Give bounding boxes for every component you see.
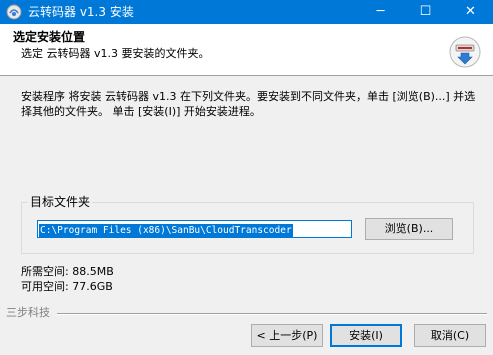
back-button[interactable]: < 上一步(P) — [251, 324, 323, 347]
page-header: 选定安装位置 选定 云转码器 v1.3 要安装的文件夹。 — [0, 24, 493, 76]
destination-path-value: C:\Program Files (x86)\SanBu\CloudTransc… — [39, 224, 293, 238]
space-available: 可用空间: 77.6GB — [21, 280, 113, 294]
space-required: 所需空间: 88.5MB — [21, 265, 114, 279]
brand-text: 三步科技 — [6, 306, 50, 319]
space-available-value: 77.6GB — [72, 280, 113, 293]
destination-path-input[interactable]: C:\Program Files (x86)\SanBu\CloudTransc… — [37, 220, 352, 238]
cancel-button[interactable]: 取消(C) — [414, 324, 486, 347]
window-title: 云转码器 v1.3 安装 — [28, 5, 134, 19]
footer-divider — [57, 313, 487, 315]
installer-box-icon — [449, 36, 481, 68]
minimize-button[interactable]: ─ — [358, 0, 403, 24]
install-button[interactable]: 安装(I) — [330, 324, 402, 347]
space-available-label: 可用空间: — [21, 280, 69, 293]
app-icon — [6, 4, 22, 20]
close-button[interactable]: ✕ — [448, 0, 493, 24]
browse-button[interactable]: 浏览(B)... — [365, 218, 453, 240]
instructions-text: 安装程序 将安装 云转码器 v1.3 在下列文件夹。要安装到不同文件夹，单击 [… — [21, 90, 476, 118]
page-title: 选定安装位置 — [13, 30, 86, 44]
space-required-label: 所需空间: — [21, 265, 69, 278]
title-bar: 云转码器 v1.3 安装 ─ ☐ ✕ — [0, 0, 493, 24]
maximize-button[interactable]: ☐ — [403, 0, 448, 24]
destination-folder-label: 目标文件夹 — [28, 195, 93, 209]
page-subtitle: 选定 云转码器 v1.3 要安装的文件夹。 — [21, 47, 210, 60]
space-required-value: 88.5MB — [72, 265, 114, 278]
